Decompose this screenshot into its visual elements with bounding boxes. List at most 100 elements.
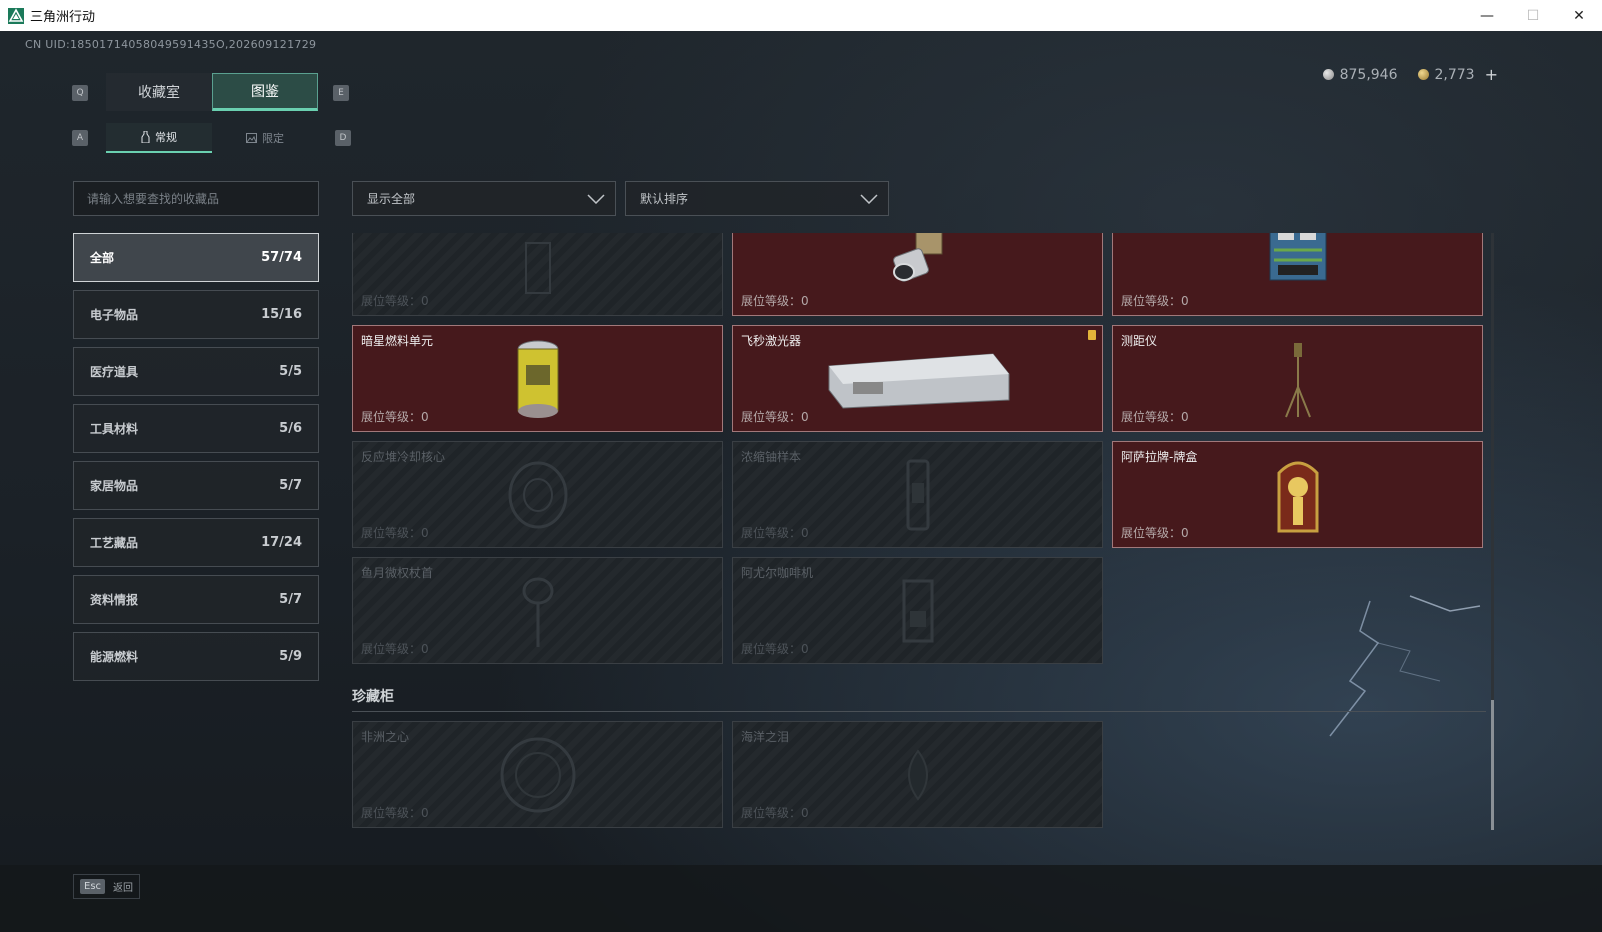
collection-card[interactable]: 展位等级：0 xyxy=(732,233,1103,316)
subtab-limited-label: 限定 xyxy=(262,132,284,145)
card-name: 非洲之心 xyxy=(361,730,410,744)
card-level: 展位等级：0 xyxy=(361,526,429,540)
card-level: 展位等级：0 xyxy=(1121,294,1189,308)
collection-card[interactable]: 阿尤尔咖啡机 展位等级：0 xyxy=(732,557,1103,664)
card-level: 展位等级：0 xyxy=(361,294,429,308)
key-hint-a: A xyxy=(72,130,88,146)
cooling-core-icon xyxy=(508,461,567,528)
section-divider xyxy=(352,711,1486,712)
collection-card[interactable]: 飞秒激光器 展位等级：0 xyxy=(732,325,1103,432)
category-label: 工艺藏品 xyxy=(90,536,139,550)
lens-device-icon xyxy=(892,233,942,282)
sort-value: 默认排序 xyxy=(640,192,689,206)
card-level: 展位等级：0 xyxy=(1121,526,1189,540)
card-level: 展位等级：0 xyxy=(741,806,809,820)
category-home[interactable]: 家居物品 5/7 xyxy=(73,461,319,510)
footer-bar xyxy=(0,865,1602,932)
category-electronics[interactable]: 电子物品 15/16 xyxy=(73,290,319,339)
category-count: 5/7 xyxy=(279,478,302,493)
category-energy[interactable]: 能源燃料 5/9 xyxy=(73,632,319,681)
coffee-machine-icon xyxy=(902,579,933,642)
main-tabs: 收藏室 图鉴 xyxy=(106,73,318,111)
key-hint-q: Q xyxy=(72,85,88,101)
back-button[interactable]: Esc 返回 xyxy=(73,874,141,899)
card-name: 海洋之泪 xyxy=(741,730,790,744)
collection-card[interactable]: 海洋之泪 展位等级：0 xyxy=(732,721,1103,828)
app-logo-icon xyxy=(8,7,24,24)
player-uid: CN UID:18501714058049591435O,20260912172… xyxy=(25,38,317,51)
collection-card[interactable]: 暗星燃料单元 展位等级：0 xyxy=(352,325,723,432)
card-name: 阿尤尔咖啡机 xyxy=(741,566,814,580)
key-hint-d: D xyxy=(335,130,351,146)
collection-card[interactable]: 鱼月微权杖首 展位等级：0 xyxy=(352,557,723,664)
laser-case-icon xyxy=(828,352,1009,409)
category-label: 能源燃料 xyxy=(90,650,139,664)
category-label: 电子物品 xyxy=(90,308,139,322)
scepter-icon xyxy=(522,577,553,647)
ocean-tear-icon xyxy=(907,748,928,801)
scrollbar-thumb[interactable] xyxy=(1491,700,1494,830)
card-level: 展位等级：0 xyxy=(361,642,429,656)
card-name: 测距仪 xyxy=(1121,334,1158,348)
card-level: 展位等级：0 xyxy=(741,410,809,424)
add-currency-button[interactable]: + xyxy=(1485,65,1498,84)
card-name: 暗星燃料单元 xyxy=(361,334,434,348)
picture-icon xyxy=(246,133,257,143)
category-count: 57/74 xyxy=(261,250,302,265)
card-level: 展位等级：0 xyxy=(361,806,429,820)
category-tools[interactable]: 工具材料 5/6 xyxy=(73,404,319,453)
search-input[interactable] xyxy=(73,181,319,216)
minimize-icon[interactable]: — xyxy=(1464,0,1510,31)
tab-catalog[interactable]: 图鉴 xyxy=(212,73,318,111)
collection-card[interactable]: 反应堆冷却核心 展位等级：0 xyxy=(352,441,723,548)
subtab-limited[interactable]: 限定 xyxy=(212,123,318,153)
gold-amount: 2,773 xyxy=(1434,66,1475,83)
close-icon[interactable]: ✕ xyxy=(1556,0,1602,31)
category-crafts[interactable]: 工艺藏品 17/24 xyxy=(73,518,319,567)
category-count: 15/16 xyxy=(261,307,302,322)
category-all[interactable]: 全部 57/74 xyxy=(73,233,319,282)
window-title: 三角洲行动 xyxy=(30,10,96,25)
category-list: 全部 57/74 电子物品 15/16 医疗道具 5/5 工具材料 5/6 家居物品 5/… xyxy=(73,233,319,689)
tripod-icon xyxy=(1284,342,1311,417)
category-label: 全部 xyxy=(90,251,115,265)
window-controls: — ☐ ✕ xyxy=(1464,0,1602,31)
card-box-icon xyxy=(1277,461,1318,532)
collection-card[interactable]: 浓缩铀样本 展位等级：0 xyxy=(732,441,1103,548)
grid-scrollbar[interactable] xyxy=(1491,233,1494,830)
sort-dropdown[interactable]: 默认排序 xyxy=(625,181,889,216)
card-level: 展位等级：0 xyxy=(741,642,809,656)
collection-screen: CN UID:18501714058049591435O,20260912172… xyxy=(0,31,1602,932)
collection-card[interactable]: 展位等级：0 xyxy=(1112,233,1483,316)
silver-amount: 875,946 xyxy=(1339,66,1398,83)
card-name: 浓缩铀样本 xyxy=(741,450,802,464)
faded-item-icon xyxy=(524,241,551,294)
subtab-regular-label: 常规 xyxy=(155,131,177,144)
category-count: 5/5 xyxy=(279,364,302,379)
maximize-icon[interactable]: ☐ xyxy=(1510,0,1556,31)
collection-card[interactable]: 展位等级：0 xyxy=(352,233,723,316)
card-level: 展位等级：0 xyxy=(741,294,809,308)
collection-card[interactable]: 测距仪 展位等级：0 xyxy=(1112,325,1483,432)
category-intel[interactable]: 资料情报 5/7 xyxy=(73,575,319,624)
subtab-regular[interactable]: 常规 xyxy=(106,123,212,153)
collection-card[interactable]: 阿萨拉牌-牌盒 展位等级：0 xyxy=(1112,441,1483,548)
card-name: 飞秒激光器 xyxy=(741,334,802,348)
fuel-canister-icon xyxy=(517,340,558,418)
tab-collection-room[interactable]: 收藏室 xyxy=(106,73,212,111)
collection-card[interactable]: 非洲之心 展位等级：0 xyxy=(352,721,723,828)
category-label: 资料情报 xyxy=(90,593,139,607)
chevron-down-icon xyxy=(587,193,605,204)
card-name: 阿萨拉牌-牌盒 xyxy=(1121,450,1198,464)
category-medical[interactable]: 医疗道具 5/5 xyxy=(73,347,319,396)
uranium-sample-icon xyxy=(906,459,929,530)
category-count: 5/9 xyxy=(279,649,302,664)
category-label: 医疗道具 xyxy=(90,365,139,379)
filter-dropdown[interactable]: 显示全部 xyxy=(352,181,616,216)
currency-bar: 875,946 2,773 + xyxy=(1322,65,1498,84)
category-label: 工具材料 xyxy=(90,422,139,436)
filter-value: 显示全部 xyxy=(367,192,416,206)
esc-key-hint: Esc xyxy=(80,879,106,894)
chevron-down-icon xyxy=(860,193,878,204)
silver-coin-icon xyxy=(1322,69,1334,80)
